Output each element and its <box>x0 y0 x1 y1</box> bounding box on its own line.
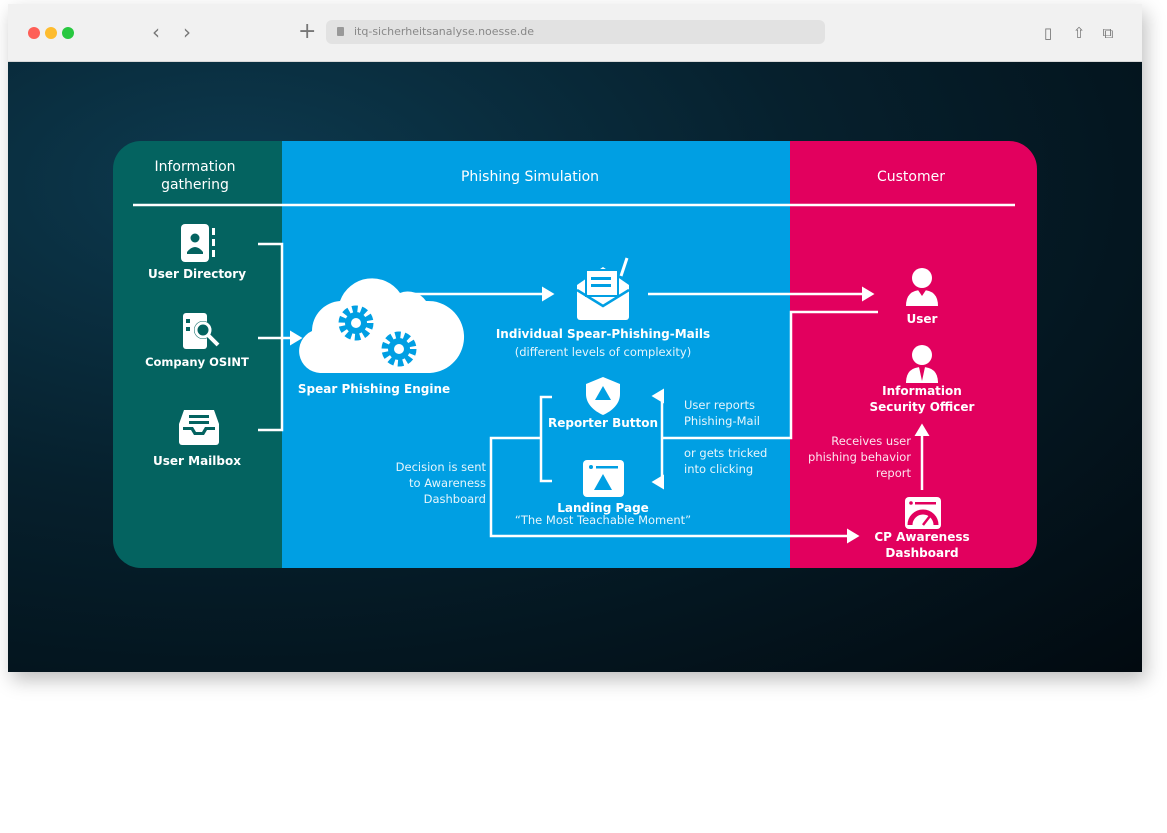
user-icon <box>906 268 938 306</box>
decision-bracket <box>539 395 552 483</box>
label-awareness-dashboard: CP Awareness Dashboard <box>874 530 970 560</box>
label-reporter-button: Reporter Button <box>547 416 659 430</box>
dashboard-gauge-icon <box>905 497 941 529</box>
note-tricked: or gets tricked into clicking <box>684 446 768 476</box>
label-company-osint: Company OSINT <box>145 355 249 369</box>
shield-warning-icon <box>586 377 620 415</box>
column-title-simulation: Phishing Simulation <box>460 169 600 185</box>
label-user: User <box>906 312 938 326</box>
label-user-mailbox: User Mailbox <box>153 454 241 468</box>
label-security-officer: Information Security Officer <box>869 384 975 414</box>
label-spear-phishing-engine: Spear Phishing Engine <box>297 382 451 396</box>
column-title-gathering: Information gathering <box>154 159 236 193</box>
envelope-icon <box>576 257 630 320</box>
label-complexity: (different levels of complexity) <box>514 345 692 359</box>
document-search-icon <box>183 313 220 349</box>
label-teachable-moment: “The Most Teachable Moment” <box>514 513 692 527</box>
note-user-reports: User reports Phishing-Mail <box>684 398 760 428</box>
address-book-icon <box>181 224 215 262</box>
browser-warning-icon <box>583 460 624 497</box>
note-decision: Decision is sent to Awareness Dashboard <box>395 460 486 506</box>
cloud-gears-icon <box>299 278 465 373</box>
inbox-tray-icon <box>179 410 219 445</box>
column-title-customer: Customer <box>876 169 946 185</box>
note-receives-report: Receives user phishing behavior report <box>808 434 911 480</box>
security-officer-icon <box>906 345 938 383</box>
label-user-directory: User Directory <box>147 267 247 281</box>
label-spear-phishing-mails: Individual Spear-Phishing-Mails <box>495 327 711 341</box>
